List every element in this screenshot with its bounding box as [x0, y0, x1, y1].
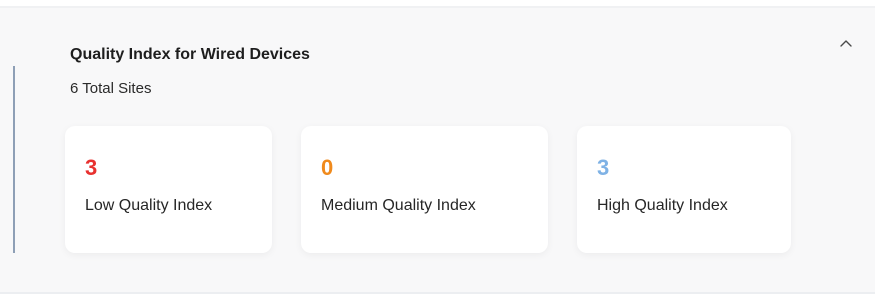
high-quality-label: High Quality Index [597, 197, 728, 214]
medium-quality-card[interactable]: 0 Medium Quality Index [301, 126, 548, 253]
section-title: Quality Index for Wired Devices [70, 46, 310, 63]
accent-bar [13, 66, 15, 253]
top-divider [0, 6, 875, 8]
collapse-button[interactable] [836, 34, 856, 52]
low-quality-card[interactable]: 3 Low Quality Index [65, 126, 272, 253]
chevron-up-icon [840, 40, 852, 47]
quality-index-panel: Quality Index for Wired Devices 6 Total … [0, 0, 875, 294]
low-quality-label: Low Quality Index [85, 197, 213, 214]
medium-quality-label: Medium Quality Index [321, 197, 476, 214]
low-quality-count: 3 [85, 155, 98, 180]
total-sites-count: 6 Total Sites [70, 80, 152, 97]
high-quality-card[interactable]: 3 High Quality Index [577, 126, 791, 253]
high-quality-count: 3 [597, 155, 610, 180]
medium-quality-count: 0 [321, 155, 334, 180]
